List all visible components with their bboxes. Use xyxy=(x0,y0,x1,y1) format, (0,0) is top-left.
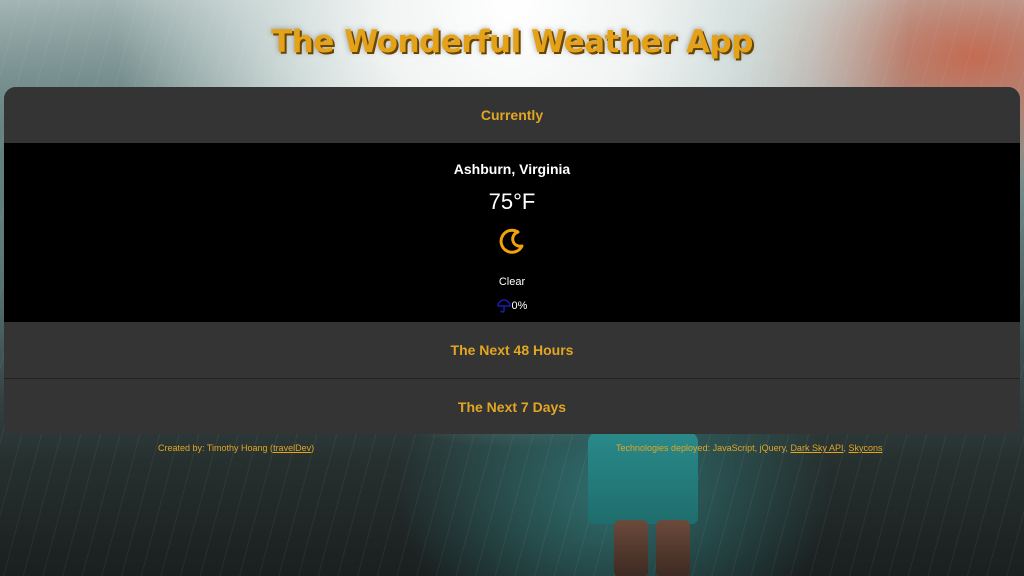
tab-next-7-days[interactable]: The Next 7 Days xyxy=(4,378,1020,434)
app-title: The Wonderful Weather App xyxy=(271,24,753,60)
tab-currently[interactable]: Currently xyxy=(4,87,1020,143)
author-link[interactable]: travelDev xyxy=(273,443,311,453)
weather-panel: Currently Ashburn, Virginia 75°F Clear 0… xyxy=(4,87,1020,434)
location-name: Ashburn, Virginia xyxy=(453,161,571,177)
precipitation: 0% xyxy=(4,299,1020,313)
precip-probability: 0% xyxy=(511,300,528,312)
footer-credits: Created by: Timothy Hoang (travelDev) xyxy=(158,443,314,453)
footer-technologies: Technologies deployed: JavaScript, jQuer… xyxy=(616,443,882,453)
tab-next-48-hours[interactable]: The Next 48 Hours xyxy=(4,322,1020,378)
credits-text: Created by: Timothy Hoang ( xyxy=(158,443,274,453)
umbrella-icon xyxy=(496,299,511,313)
clear-night-moon-icon xyxy=(499,228,524,254)
weather-summary: Clear xyxy=(498,276,526,288)
credits-suffix: ) xyxy=(311,443,315,453)
current-conditions: Ashburn, Virginia 75°F Clear 0% xyxy=(4,143,1020,322)
current-temperature: 75°F xyxy=(488,189,536,214)
dark-sky-link[interactable]: Dark Sky API xyxy=(790,443,843,453)
tech-text: Technologies deployed: JavaScript, jQuer… xyxy=(616,443,791,453)
figure-boot-left xyxy=(614,520,648,576)
figure-boot-right xyxy=(656,520,690,576)
skycons-link[interactable]: Skycons xyxy=(848,443,882,453)
background-figure-image xyxy=(584,432,702,576)
